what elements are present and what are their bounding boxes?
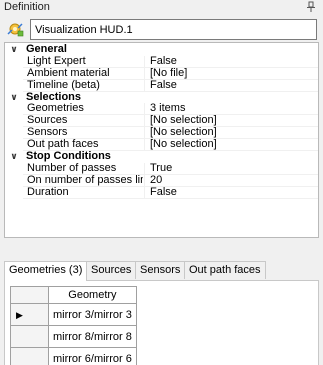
property-name: Sensors xyxy=(27,127,68,139)
current-row-arrow-icon: ▶ xyxy=(16,309,23,320)
property-row[interactable]: Light Expert False xyxy=(5,55,318,68)
column-divider xyxy=(144,103,145,116)
column-divider xyxy=(144,174,145,187)
property-name: Duration xyxy=(27,186,69,198)
property-name: Geometries xyxy=(27,103,84,115)
panel-title: Definition xyxy=(4,1,50,13)
table-row[interactable]: mirror 8/mirror 8 xyxy=(10,325,137,348)
column-divider xyxy=(144,79,145,92)
table-row[interactable]: mirror 6/mirror 6 xyxy=(10,347,137,365)
column-divider xyxy=(144,162,145,175)
property-name: Sources xyxy=(27,115,68,127)
category-label: Selections xyxy=(26,90,82,103)
tab-sources[interactable]: Sources xyxy=(86,261,137,279)
property-value[interactable]: False xyxy=(150,55,177,68)
object-name-bar xyxy=(0,17,323,41)
property-name: Number of passes xyxy=(27,162,117,174)
visualization-hud-icon xyxy=(7,23,24,37)
property-value[interactable]: False xyxy=(150,79,177,92)
object-name-field[interactable] xyxy=(30,19,317,40)
column-divider xyxy=(144,55,145,68)
property-value[interactable]: False xyxy=(150,186,177,199)
property-value[interactable]: 20 xyxy=(150,174,162,187)
tab-sensors[interactable]: Sensors xyxy=(135,261,186,279)
column-divider xyxy=(144,139,145,152)
collapse-chevron-icon[interactable]: ∨ xyxy=(9,151,19,163)
table-header-row: Geometry xyxy=(10,286,137,304)
pin-icon[interactable] xyxy=(306,1,316,13)
property-name: Light Expert xyxy=(27,55,86,67)
property-value[interactable]: [No file] xyxy=(150,67,187,80)
geometry-table: Geometry ▶ mirror 3/mirror 3 mirror 8/mirr… xyxy=(10,286,137,365)
column-divider xyxy=(144,127,145,140)
geometry-cell[interactable]: mirror 3/mirror 3 xyxy=(48,303,137,326)
property-value[interactable]: [No selection] xyxy=(150,138,217,151)
row-header[interactable]: ▶ xyxy=(10,303,49,326)
column-divider xyxy=(144,67,145,80)
geometry-cell[interactable]: mirror 8/mirror 8 xyxy=(48,325,137,348)
property-row[interactable]: Number of passes True xyxy=(5,162,318,175)
table-row[interactable]: ▶ mirror 3/mirror 3 xyxy=(10,303,137,326)
collapse-chevron-icon[interactable]: ∨ xyxy=(9,44,19,56)
tab-out-path-faces[interactable]: Out path faces xyxy=(184,261,266,279)
row-header[interactable] xyxy=(10,347,49,365)
property-name: Timeline (beta) xyxy=(27,79,100,91)
property-row[interactable]: Timeline (beta) False xyxy=(5,79,318,92)
panel-titlebar: Definition xyxy=(0,0,323,16)
property-name: On number of passes limit xyxy=(27,174,143,186)
selection-tabs: Geometries (3) Sources Sensors Out path fac… xyxy=(4,261,319,281)
property-grid: ∨ General Light Expert False Ambient materia… xyxy=(4,42,319,238)
property-name: Ambient material xyxy=(27,67,110,79)
category-label: Stop Conditions xyxy=(26,150,111,163)
category-label: General xyxy=(26,43,67,55)
property-row[interactable]: On number of passes limit 20 xyxy=(5,174,318,187)
column-divider xyxy=(144,115,145,128)
table-corner-header[interactable] xyxy=(10,286,49,304)
property-row[interactable]: Ambient material [No file] xyxy=(5,67,318,80)
geometries-tab-panel: Geometry ▶ mirror 3/mirror 3 mirror 8/mirr… xyxy=(4,280,319,365)
geometry-cell[interactable]: mirror 6/mirror 6 xyxy=(48,347,137,365)
tab-geometries-3[interactable]: Geometries (3) xyxy=(4,261,88,281)
property-row[interactable]: Duration False xyxy=(5,186,318,199)
geometry-column-header[interactable]: Geometry xyxy=(48,286,137,304)
column-divider xyxy=(144,186,145,199)
row-header[interactable] xyxy=(10,325,49,348)
collapse-chevron-icon[interactable]: ∨ xyxy=(9,92,19,104)
